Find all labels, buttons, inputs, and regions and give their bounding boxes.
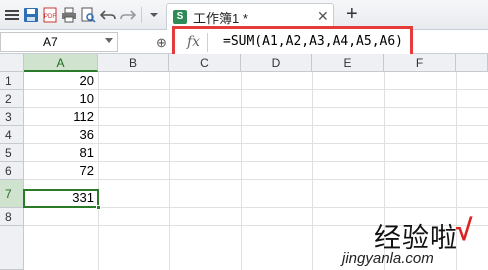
cell-a6[interactable]: 72 (24, 162, 98, 180)
save-icon[interactable] (22, 6, 40, 24)
chevron-down-icon[interactable] (145, 6, 163, 24)
new-tab-button[interactable]: + (346, 3, 358, 25)
cell-a5[interactable]: 81 (24, 144, 98, 162)
spreadsheet-icon: S (173, 10, 187, 24)
row-header-4[interactable]: 4 (0, 126, 24, 144)
export-pdf-icon[interactable]: PDF (41, 6, 59, 24)
cell-a3[interactable]: 112 (24, 108, 98, 126)
row-header-6[interactable]: 6 (0, 162, 24, 180)
name-box[interactable]: A7 (0, 32, 118, 52)
app-menu-icon[interactable] (3, 6, 21, 24)
column-header-e[interactable]: E (312, 54, 384, 72)
chevron-down-icon[interactable] (105, 38, 113, 43)
row-header-1[interactable]: 1 (0, 72, 24, 90)
column-header-c[interactable]: C (169, 54, 241, 72)
formula-divider (207, 33, 208, 52)
zoom-icon[interactable]: ⊕ (156, 35, 167, 51)
column-header-next[interactable] (456, 54, 488, 72)
svg-text:PDF: PDF (44, 14, 56, 20)
row-header-empty (0, 226, 24, 270)
row-header-3[interactable]: 3 (0, 108, 24, 126)
column-header-d[interactable]: D (241, 54, 312, 72)
checkmark-icon: √ (456, 214, 473, 247)
column-header-b[interactable]: B (98, 54, 169, 72)
name-box-value: A7 (43, 35, 58, 49)
print-preview-icon[interactable] (79, 6, 97, 24)
cell-a1[interactable]: 20 (24, 72, 98, 90)
cell-a2[interactable]: 10 (24, 90, 98, 108)
watermark: 经验啦 √ jingyanla.com (336, 214, 488, 270)
row-header-8[interactable]: 8 (0, 208, 24, 226)
active-cell-border (23, 189, 99, 208)
gridline (169, 72, 170, 270)
row-header-2[interactable]: 2 (0, 90, 24, 108)
watermark-url: jingyanla.com (342, 250, 434, 267)
fx-icon[interactable]: fx (187, 34, 200, 50)
cell-a4[interactable]: 36 (24, 126, 98, 144)
document-tab-title: 工作簿1 * (193, 11, 248, 26)
toolbar-divider (141, 7, 142, 23)
column-header-f[interactable]: F (384, 54, 456, 72)
fill-handle[interactable] (96, 205, 101, 210)
undo-icon[interactable] (99, 6, 117, 24)
close-icon[interactable]: ✕ (317, 8, 329, 25)
cell-a8[interactable] (24, 208, 98, 226)
select-all-corner[interactable] (0, 54, 24, 72)
gridline (241, 72, 242, 270)
gridline (312, 72, 313, 270)
column-header-a[interactable]: A (24, 54, 98, 72)
formula-input[interactable]: =SUM(A1,A2,A3,A4,A5,A6) (223, 34, 403, 49)
redo-icon[interactable] (119, 6, 137, 24)
row-header-5[interactable]: 5 (0, 144, 24, 162)
print-icon[interactable] (60, 6, 78, 24)
row-header-7[interactable]: 7 (0, 180, 24, 208)
gridline (98, 72, 99, 270)
